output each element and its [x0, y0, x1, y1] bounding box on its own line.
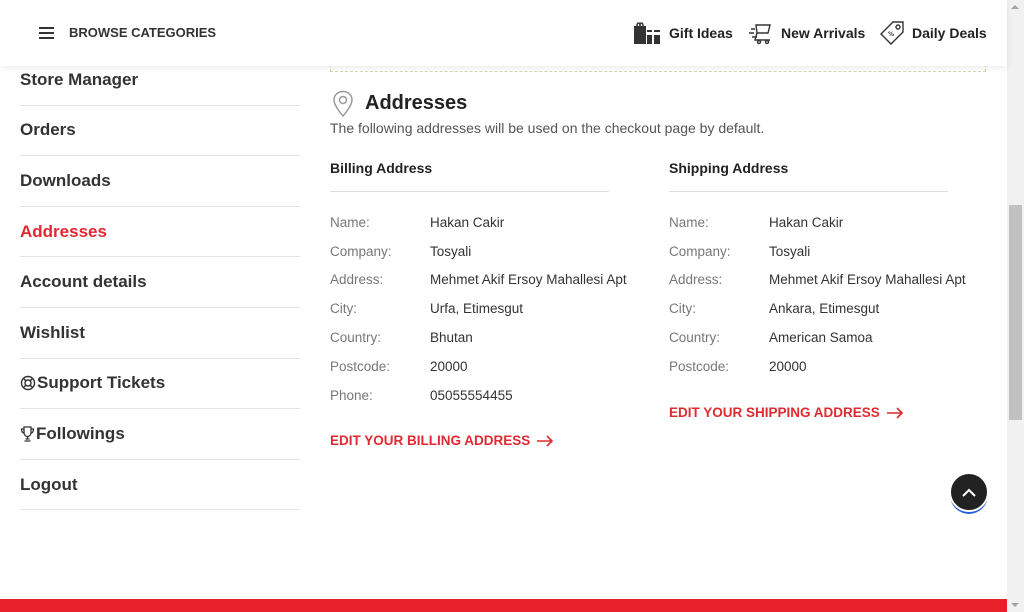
edit-billing-address-link[interactable]: EDIT YOUR BILLING ADDRESS	[330, 433, 554, 448]
field-value: Hakan Cakir	[769, 215, 844, 230]
field-value: Hakan Cakir	[430, 215, 505, 230]
field-label: Company:	[330, 244, 392, 259]
daily-deals-link[interactable]: % Daily Deals	[880, 20, 987, 46]
edit-shipping-address-link[interactable]: EDIT YOUR SHIPPING ADDRESS	[669, 405, 904, 420]
sidebar-item-label: Addresses	[20, 221, 107, 241]
field-value: Ankara, Etimesgut	[769, 301, 880, 316]
sidebar-item-label: Store Manager	[20, 69, 139, 89]
sidebar-item-label: Followings	[36, 423, 125, 443]
footer-bar	[0, 599, 1007, 612]
gift-ideas-link[interactable]: Gift Ideas	[633, 20, 733, 46]
svg-text:%: %	[888, 31, 894, 38]
new-arrivals-icon	[749, 24, 771, 45]
scroll-down-arrow-icon[interactable]	[1011, 603, 1019, 607]
sidebar-item-label: Support Tickets	[37, 373, 166, 393]
field-label: Address:	[330, 272, 384, 287]
scroll-to-top-button[interactable]	[949, 472, 989, 512]
edit-shipping-label: EDIT YOUR SHIPPING ADDRESS	[669, 405, 880, 420]
sidebar-item-addresses[interactable]: Addresses	[20, 207, 300, 258]
field-label: City:	[669, 301, 696, 316]
account-sidebar: Store Manager Orders Downloads Addresses…	[20, 55, 300, 511]
chevron-up-icon	[962, 488, 976, 497]
billing-address-title: Billing Address	[330, 160, 609, 192]
sidebar-item-downloads[interactable]: Downloads	[20, 156, 300, 207]
field-value: 05055554455	[430, 388, 513, 403]
arrow-right-icon	[886, 406, 903, 419]
daily-deals-label: Daily Deals	[912, 25, 987, 41]
lifebuoy-icon	[20, 376, 36, 391]
field-value: 20000	[769, 359, 807, 374]
sidebar-item-label: Downloads	[20, 170, 111, 190]
field-label: Address:	[669, 272, 723, 287]
scrollbar-thumb[interactable]	[1009, 205, 1022, 420]
location-pin-icon	[333, 90, 353, 118]
page-title: Addresses	[365, 92, 468, 114]
field-label: Name:	[330, 215, 370, 230]
top-header: BROWSE CATEGORIES Gift Ideas New Arrival…	[0, 0, 1007, 66]
field-label: Company:	[669, 244, 731, 259]
field-label: Postcode:	[330, 359, 391, 374]
field-value: Mehmet Akif Ersoy Mahallesi Apt	[769, 272, 966, 287]
sidebar-item-followings[interactable]: Followings	[20, 409, 300, 460]
sidebar-item-label: Orders	[20, 120, 76, 140]
new-arrivals-link[interactable]: New Arrivals	[748, 20, 865, 46]
field-label: Country:	[330, 330, 382, 345]
scroll-up-arrow-icon[interactable]	[1011, 5, 1019, 9]
field-value: 20000	[430, 359, 468, 374]
field-value: American Samoa	[769, 330, 873, 345]
trophy-icon	[20, 426, 35, 442]
shipping-address-section: Shipping Address Name: Hakan Cakir Compa…	[669, 160, 969, 374]
arrow-right-icon	[537, 434, 554, 447]
sidebar-item-orders[interactable]: Orders	[20, 106, 300, 157]
sidebar-item-label: Logout	[20, 474, 78, 494]
hamburger-menu-icon[interactable]	[39, 27, 54, 39]
sidebar-item-account-details[interactable]: Account details	[20, 257, 300, 308]
new-arrivals-label: New Arrivals	[781, 25, 866, 41]
page-intro: The following addresses will be used on …	[330, 120, 765, 136]
field-value: Tosyali	[430, 244, 472, 259]
field-value: Urfa, Etimesgut	[430, 301, 524, 316]
field-value: Bhutan	[430, 330, 473, 345]
edit-billing-label: EDIT YOUR BILLING ADDRESS	[330, 433, 531, 448]
sidebar-item-label: Account details	[20, 272, 147, 292]
tag-icon: %	[880, 21, 904, 45]
sidebar-item-label: Wishlist	[20, 322, 86, 342]
field-value: Tosyali	[769, 244, 811, 259]
field-label: Name:	[669, 215, 709, 230]
browse-categories-button[interactable]: BROWSE CATEGORIES	[69, 25, 216, 40]
sidebar-item-logout[interactable]: Logout	[20, 460, 300, 511]
field-label: City:	[330, 301, 357, 316]
shipping-address-title: Shipping Address	[669, 160, 948, 192]
field-label: Postcode:	[669, 359, 730, 374]
page-scrollbar[interactable]	[1007, 0, 1024, 612]
field-value: Mehmet Akif Ersoy Mahallesi Apt	[430, 272, 627, 287]
gift-ideas-label: Gift Ideas	[669, 25, 733, 41]
gift-icon	[634, 22, 661, 44]
sidebar-item-support-tickets[interactable]: Support Tickets	[20, 359, 300, 410]
field-label: Country:	[669, 330, 721, 345]
field-label: Phone:	[330, 388, 373, 403]
sidebar-item-wishlist[interactable]: Wishlist	[20, 308, 300, 359]
billing-address-section: Billing Address Name: Hakan Cakir Compan…	[330, 160, 630, 403]
